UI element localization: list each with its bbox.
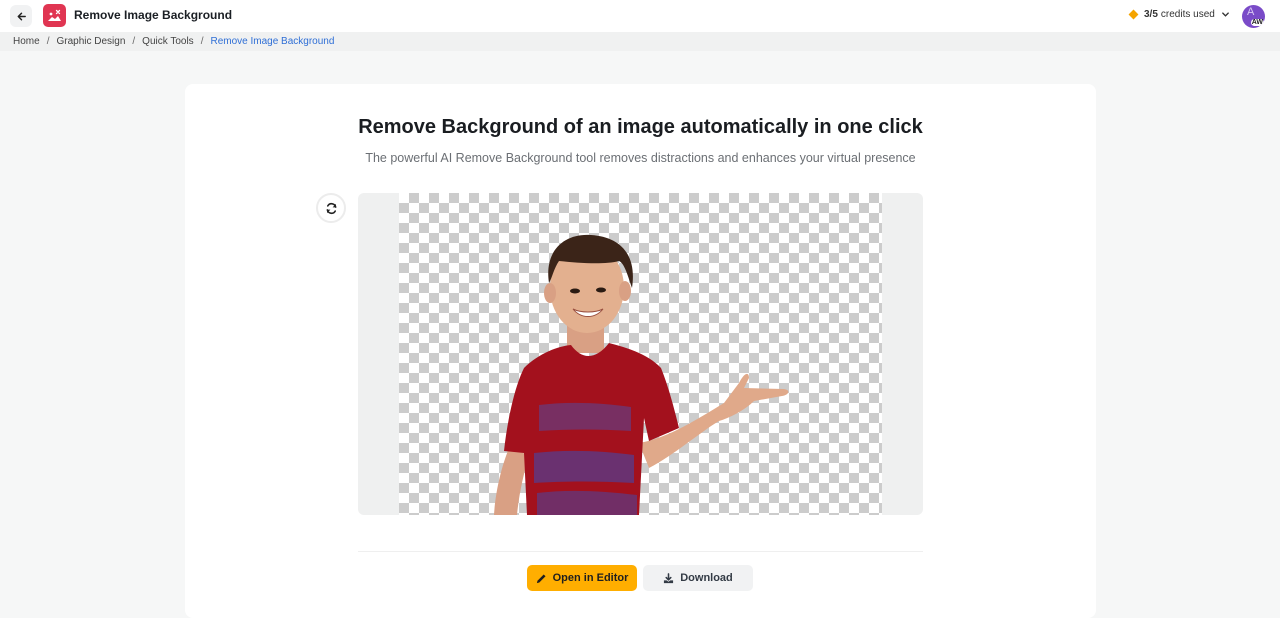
top-bar: Remove Image Background 3/5 credits used… [0,0,1280,32]
back-button[interactable] [10,5,32,27]
open-in-editor-label: Open in Editor [552,572,629,584]
download-label: Download [680,572,733,584]
tool-card: Remove Background of an image automatica… [185,84,1096,618]
refresh-icon [326,202,336,214]
app-title: Remove Image Background [74,8,233,22]
breadcrumb-home[interactable]: Home [13,36,40,47]
remove-background-icon [43,4,66,27]
credits-dropdown[interactable]: 3/5 credits used [1128,9,1230,20]
page-title: Remove Background of an image automatica… [358,116,923,138]
credits-label: credits used [1160,9,1215,20]
breadcrumb: Home / Graphic Design / Quick Tools / Re… [0,32,1280,51]
avatar-letter: A [1247,6,1255,18]
page-subtitle: The powerful AI Remove Background tool r… [365,151,916,165]
reset-button[interactable] [316,193,346,223]
breadcrumb-separator: / [46,36,50,47]
avatar-initials: AW [1250,19,1264,26]
download-button[interactable]: Download [643,565,753,591]
open-in-editor-button[interactable]: Open in Editor [527,565,637,591]
chevron-down-icon [1221,12,1229,17]
breadcrumb-separator: / [132,36,136,47]
breadcrumb-quick-tools[interactable]: Quick Tools [142,36,194,47]
divider [358,551,923,552]
credits-count: 3/5 [1144,9,1158,20]
arrow-left-icon [17,12,26,20]
breadcrumb-current: Remove Image Background [210,36,335,47]
pencil-icon [536,573,546,583]
transparency-checkerboard [399,193,882,515]
diamond-icon [1128,9,1139,20]
user-avatar[interactable]: A AW [1242,5,1265,28]
breadcrumb-separator: / [200,36,204,47]
breadcrumb-graphic-design[interactable]: Graphic Design [56,36,125,47]
download-icon [664,572,674,583]
subject-image [494,234,789,515]
image-preview [358,193,923,515]
